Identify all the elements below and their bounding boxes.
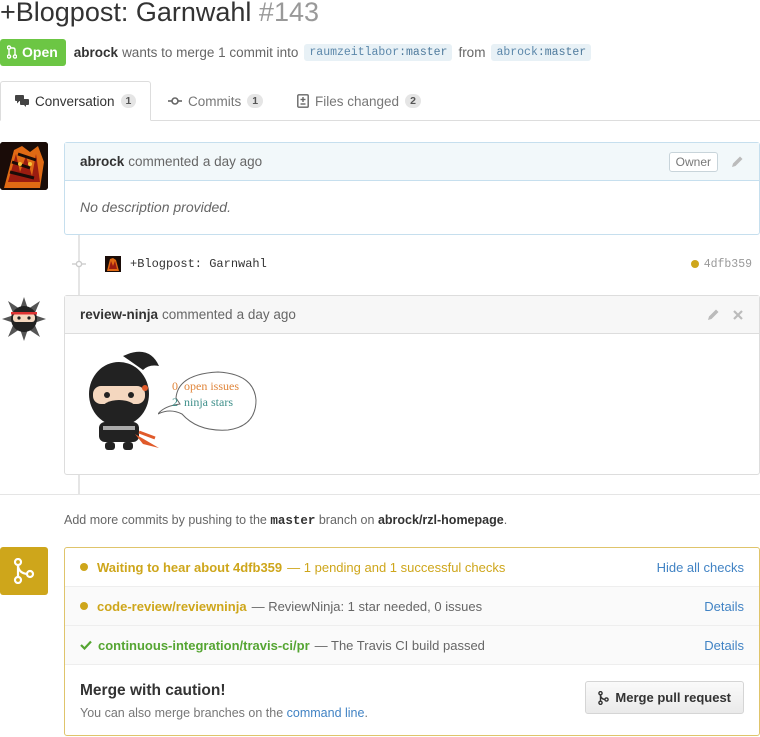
tab-counter: 1 <box>120 94 137 108</box>
open-issues-count: 0 <box>172 379 178 393</box>
commit-item: +Blogpost: Garnwahl 4dfb359 <box>64 253 760 275</box>
comment-time[interactable]: a day ago <box>237 307 296 322</box>
merge-text: wants to merge 1 commit into <box>122 44 299 60</box>
diff-icon <box>297 94 309 108</box>
merge-hint: You can also merge branches on the comma… <box>80 706 368 720</box>
merge-title: Merge with caution! <box>80 682 226 699</box>
comment-author[interactable]: review-ninja <box>80 307 158 322</box>
comment-body: 0 open issues 2 ninja stars <box>65 334 759 474</box>
commit-sha[interactable]: 4dfb359 <box>704 258 752 271</box>
hint-middle: branch on <box>318 513 375 527</box>
hint-suffix: . <box>503 513 508 527</box>
pr-number: #143 <box>258 0 319 27</box>
ninja-stars-count: 2 <box>172 395 178 409</box>
git-merge-icon <box>13 558 35 584</box>
merge-checks-box: Waiting to hear about 4dfb359 — 1 pendin… <box>64 547 760 736</box>
base-branch: master <box>406 45 448 59</box>
pr-title: +Blogpost: Garnwahl <box>0 0 252 27</box>
check-description: — ReviewNinja: 1 star needed, 0 issues <box>251 598 483 614</box>
tab-label: Files changed <box>315 93 400 109</box>
avatar[interactable] <box>0 295 48 343</box>
git-merge-icon <box>598 690 610 705</box>
ninja-stars-line: 2 ninja stars <box>172 394 233 410</box>
status-check-row: continuous-integration/travis-ci/pr — Th… <box>65 626 759 665</box>
check-icon <box>80 640 92 650</box>
check-context: code-review/reviewninja <box>97 598 247 614</box>
pending-dot-icon <box>690 260 699 268</box>
merge-message: Merge with caution! You can also merge b… <box>80 682 368 720</box>
commit-message[interactable]: +Blogpost: Garnwahl <box>130 257 267 271</box>
head-user: abrock <box>496 45 538 59</box>
comment-review-ninja: review-ninja commented a day ago 0 open … <box>64 295 760 475</box>
base-user: raumzeitlabor <box>309 45 400 59</box>
tab-commits[interactable]: Commits 1 <box>168 81 264 121</box>
merge-pull-request-button[interactable]: Merge pull request <box>585 681 744 714</box>
page-title: +Blogpost: Garnwahl #143 <box>0 0 319 30</box>
tab-counter: 2 <box>405 94 421 108</box>
author-link[interactable]: abrock <box>74 45 118 60</box>
head-ref[interactable]: abrock:master <box>491 43 592 61</box>
tab-label: Conversation <box>35 93 115 109</box>
timeline-line <box>78 474 80 494</box>
pencil-icon[interactable] <box>730 155 744 169</box>
close-icon[interactable] <box>732 309 744 321</box>
pencil-icon[interactable] <box>706 308 720 322</box>
git-pull-request-icon <box>7 45 17 59</box>
tab-files-changed[interactable]: Files changed 2 <box>297 81 421 121</box>
comment-header: review-ninja commented a day ago <box>65 296 759 334</box>
open-issues-line: 0 open issues <box>172 378 239 394</box>
tab-label: Commits <box>188 93 242 109</box>
checks-summary-detail: — 1 pending and 1 successful checks <box>287 559 506 575</box>
check-details-link[interactable]: Details <box>704 638 744 653</box>
git-commit-icon <box>168 97 182 105</box>
ninja-stars-label: ninja stars <box>184 395 233 409</box>
merge-hint-prefix: You can also merge branches on the <box>80 706 284 720</box>
hide-all-checks-link[interactable]: Hide all checks <box>657 560 744 575</box>
check-details-link[interactable]: Details <box>704 599 744 614</box>
comment-action: commented <box>128 154 199 169</box>
hint-repo[interactable]: abrock/rzl-homepage <box>378 513 504 527</box>
avatar[interactable] <box>105 256 121 272</box>
comment-time[interactable]: a day ago <box>203 154 262 169</box>
comment-discussion-icon <box>15 95 29 107</box>
merge-hint-suffix: . <box>364 706 368 720</box>
status-badge: Open <box>0 38 66 66</box>
pending-dot-icon <box>80 563 88 571</box>
check-description: — The Travis CI build passed <box>314 637 485 653</box>
base-ref[interactable]: raumzeitlabor:master <box>304 43 453 61</box>
checks-summary-title: Waiting to hear about 4dfb359 <box>97 559 283 575</box>
timeline-divider <box>0 494 760 495</box>
comment-author[interactable]: abrock <box>80 154 124 169</box>
owner-badge: Owner <box>668 151 718 172</box>
merge-button-label: Merge pull request <box>615 690 731 705</box>
push-hint: Add more commits by pushing to the maste… <box>64 513 507 528</box>
comment-header: abrock commented a day ago Owner <box>65 143 759 181</box>
checks-summary: Waiting to hear about 4dfb359 — 1 pendin… <box>65 548 759 587</box>
avatar[interactable] <box>0 142 48 190</box>
pr-meta: Open abrock wants to merge 1 commit into… <box>0 38 597 66</box>
git-commit-icon <box>72 260 86 268</box>
comment-body: No description provided. <box>80 199 231 215</box>
merge-status-icon <box>0 547 48 595</box>
comment-action: commented <box>162 307 233 322</box>
ninja-mascot-image <box>89 351 159 450</box>
tab-bar: Conversation 1 Commits 1 Files changed 2 <box>0 81 760 121</box>
comment-abrock: abrock commented a day ago Owner No desc… <box>64 142 760 235</box>
hint-branch: master <box>270 514 316 528</box>
command-line-link[interactable]: command line <box>287 706 365 720</box>
status-label: Open <box>22 44 58 60</box>
head-branch: master <box>544 45 587 59</box>
tab-conversation[interactable]: Conversation 1 <box>0 81 152 121</box>
tab-counter: 1 <box>247 94 264 108</box>
status-check-row: code-review/reviewninja — ReviewNinja: 1… <box>65 587 759 626</box>
check-context: continuous-integration/travis-ci/pr <box>98 637 310 653</box>
pending-dot-icon <box>80 602 88 610</box>
hint-prefix: Add more commits by pushing to the <box>64 513 267 527</box>
from-text: from <box>458 44 486 60</box>
avatar-abrock-image <box>0 142 48 190</box>
review-ninja-avatar-image <box>2 297 46 341</box>
open-issues-label: open issues <box>184 379 239 393</box>
commit-status: 4dfb359 <box>690 258 752 271</box>
